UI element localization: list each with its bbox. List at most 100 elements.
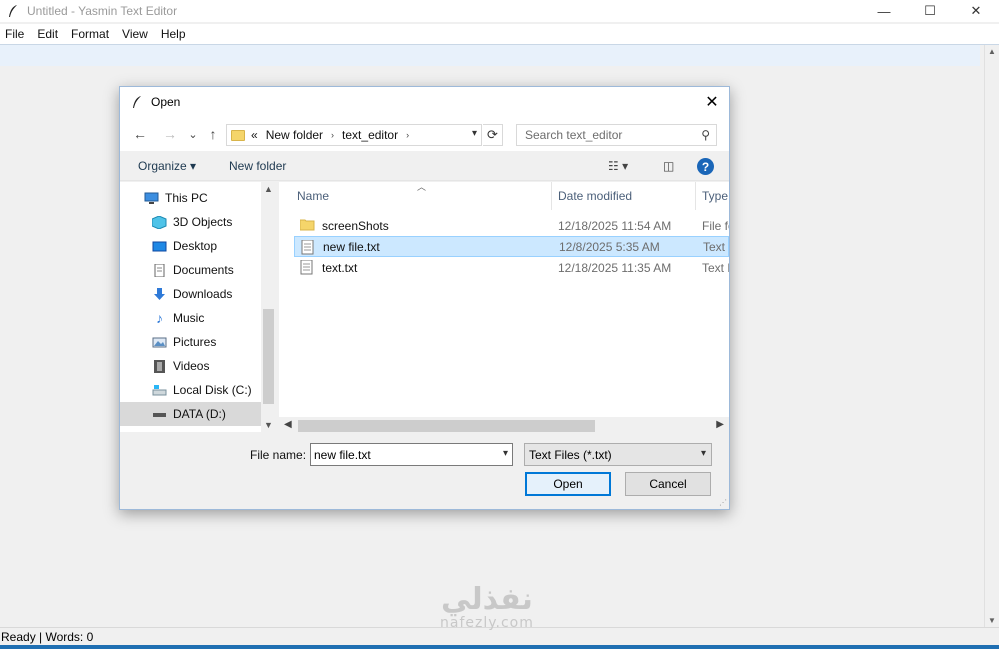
breadcrumb-text-editor[interactable]: text_editor [342, 128, 398, 142]
chevron-down-icon[interactable]: ▾ [701, 448, 706, 459]
maximize-button[interactable]: ☐ [907, 0, 953, 22]
sort-ascending-icon: ︿ [417, 182, 427, 192]
tree-item-label: Downloads [173, 287, 233, 301]
tree-item-label: Pictures [173, 335, 217, 349]
drive-icon [152, 408, 167, 421]
dialog-close-button[interactable]: ✕ [701, 91, 723, 113]
chevron-down-icon[interactable]: ▾ [503, 448, 508, 459]
tree-item-documents[interactable]: Documents [120, 258, 261, 282]
scroll-down-icon[interactable]: ▼ [988, 616, 996, 625]
computer-icon [144, 192, 159, 205]
chevron-down-icon[interactable]: ▾ [472, 128, 477, 139]
folder-icon [231, 129, 245, 141]
dialog-title: Open [151, 95, 181, 109]
toolbar-strip [0, 45, 980, 66]
address-bar[interactable]: « New folder › text_editor › ▾ [226, 124, 482, 146]
scroll-up-icon[interactable]: ▲ [988, 47, 996, 56]
scroll-down-icon[interactable]: ▼ [264, 420, 273, 430]
minimize-button[interactable]: — [861, 0, 907, 22]
file-date: 12/8/2025 5:35 AM [559, 239, 660, 254]
up-arrow-icon[interactable]: ↑ [203, 125, 223, 143]
menu-edit[interactable]: Edit [37, 27, 58, 41]
tree-item-label: DATA (D:) [173, 407, 226, 421]
tree-item-label: Documents [173, 263, 234, 277]
watermark-arabic: نفذلي [441, 582, 533, 617]
search-icon: ⚲ [701, 128, 710, 142]
file-row-screenshots[interactable]: screenShots 12/18/2025 11:54 AM File fo [294, 215, 729, 236]
picture-icon [152, 336, 167, 349]
file-list: Name ︿ Date modified Type screenShots 12… [279, 182, 729, 419]
tree-item-downloads[interactable]: Downloads [120, 282, 261, 306]
scroll-up-icon[interactable]: ▲ [264, 184, 273, 194]
file-name-input[interactable]: new file.txt ▾ [310, 443, 513, 466]
view-options-icon[interactable]: ☷ ▾ [608, 159, 628, 173]
search-input[interactable]: Search text_editor ⚲ [516, 124, 717, 146]
column-header-type[interactable]: Type [696, 182, 729, 210]
tree-item-data-d[interactable]: DATA (D:) [120, 402, 261, 426]
tree-item-label: Music [173, 311, 205, 325]
chevron-right-icon[interactable]: › [406, 130, 409, 140]
new-folder-button[interactable]: New folder [229, 159, 286, 173]
column-name-label: Name [297, 189, 330, 203]
folder-icon [299, 218, 315, 234]
scroll-thumb[interactable] [298, 420, 595, 432]
tree-item-pictures[interactable]: Pictures [120, 330, 261, 354]
open-button[interactable]: Open [525, 472, 611, 496]
editor-scrollbar[interactable]: ▲ ▼ [984, 45, 999, 627]
dialog-title-bar: Open ✕ [120, 87, 729, 117]
scroll-thumb[interactable] [263, 309, 274, 404]
scroll-right-icon[interactable]: ▶ [716, 419, 724, 430]
window-title: Untitled - Yasmin Text Editor [27, 4, 178, 18]
tree-item-label: This PC [165, 191, 208, 205]
recent-locations-icon[interactable]: ⌄ [183, 125, 203, 143]
tree-item-local-disk-c[interactable]: Local Disk (C:) [120, 378, 261, 402]
tree-item-3d-objects[interactable]: 3D Objects [120, 210, 261, 234]
file-list-hscrollbar[interactable]: ◀ ▶ [279, 417, 729, 434]
tree-item-label: Videos [173, 359, 210, 373]
menu-format[interactable]: Format [71, 27, 109, 41]
tree-item-this-pc[interactable]: This PC [120, 186, 261, 210]
organize-button[interactable]: Organize ▾ [138, 159, 196, 173]
column-type-label: Type [702, 189, 729, 203]
tree-item-desktop[interactable]: Desktop [120, 234, 261, 258]
file-name: screenShots [322, 218, 389, 233]
file-name-value: new file.txt [314, 447, 371, 462]
column-header-date[interactable]: Date modified [552, 182, 696, 210]
status-text: Ready | Words: 0 [1, 629, 94, 644]
column-header-name[interactable]: Name ︿ [279, 182, 552, 210]
search-placeholder: Search text_editor [525, 128, 623, 142]
back-arrow-icon[interactable]: ← [130, 125, 150, 143]
tree-item-videos[interactable]: Videos [120, 354, 261, 378]
file-row-text[interactable]: text.txt 12/18/2025 11:35 AM Text D [294, 257, 729, 278]
file-date: 12/18/2025 11:35 AM [558, 260, 672, 275]
breadcrumb-new-folder[interactable]: New folder [266, 128, 323, 142]
menu-view[interactable]: View [122, 27, 148, 41]
menu-help[interactable]: Help [161, 27, 186, 41]
help-icon[interactable]: ? [697, 158, 714, 175]
tree-item-music[interactable]: ♪ Music [120, 306, 261, 330]
cancel-button[interactable]: Cancel [625, 472, 711, 496]
navigation-tree: This PC 3D Objects Desktop Documents Dow… [120, 182, 261, 432]
title-bar: Untitled - Yasmin Text Editor — ☐ ✕ [0, 0, 999, 22]
forward-arrow-icon[interactable]: → [160, 125, 180, 143]
file-name-label: File name: [250, 448, 307, 462]
breadcrumb-overflow[interactable]: « [251, 128, 258, 142]
file-name: text.txt [322, 260, 358, 275]
tree-item-label: Desktop [173, 239, 218, 253]
resize-grip-icon[interactable]: ⋰ [719, 498, 727, 507]
tree-scrollbar[interactable]: ▲ ▼ [261, 182, 276, 432]
file-row-new-file[interactable]: new file.txt 12/8/2025 5:35 AM Text D [294, 236, 729, 257]
tree-item-label: 3D Objects [173, 215, 233, 229]
chevron-right-icon[interactable]: › [331, 130, 334, 140]
scroll-left-icon[interactable]: ◀ [284, 419, 292, 430]
file-type-filter[interactable]: Text Files (*.txt) ▾ [524, 443, 712, 466]
video-icon [152, 359, 167, 373]
refresh-button[interactable]: ⟳ [483, 124, 503, 146]
menu-file[interactable]: File [5, 27, 24, 41]
command-bar: Organize ▾ New folder ☷ ▾ ◫ ? [120, 151, 729, 181]
preview-pane-icon[interactable]: ◫ [663, 159, 674, 173]
desktop-icon [152, 240, 167, 253]
navigation-bar: ← → ⌄ ↑ « New folder › text_editor › ▾ ⟳… [120, 117, 729, 151]
filter-value: Text Files (*.txt) [529, 447, 612, 462]
close-button[interactable]: ✕ [953, 0, 999, 22]
